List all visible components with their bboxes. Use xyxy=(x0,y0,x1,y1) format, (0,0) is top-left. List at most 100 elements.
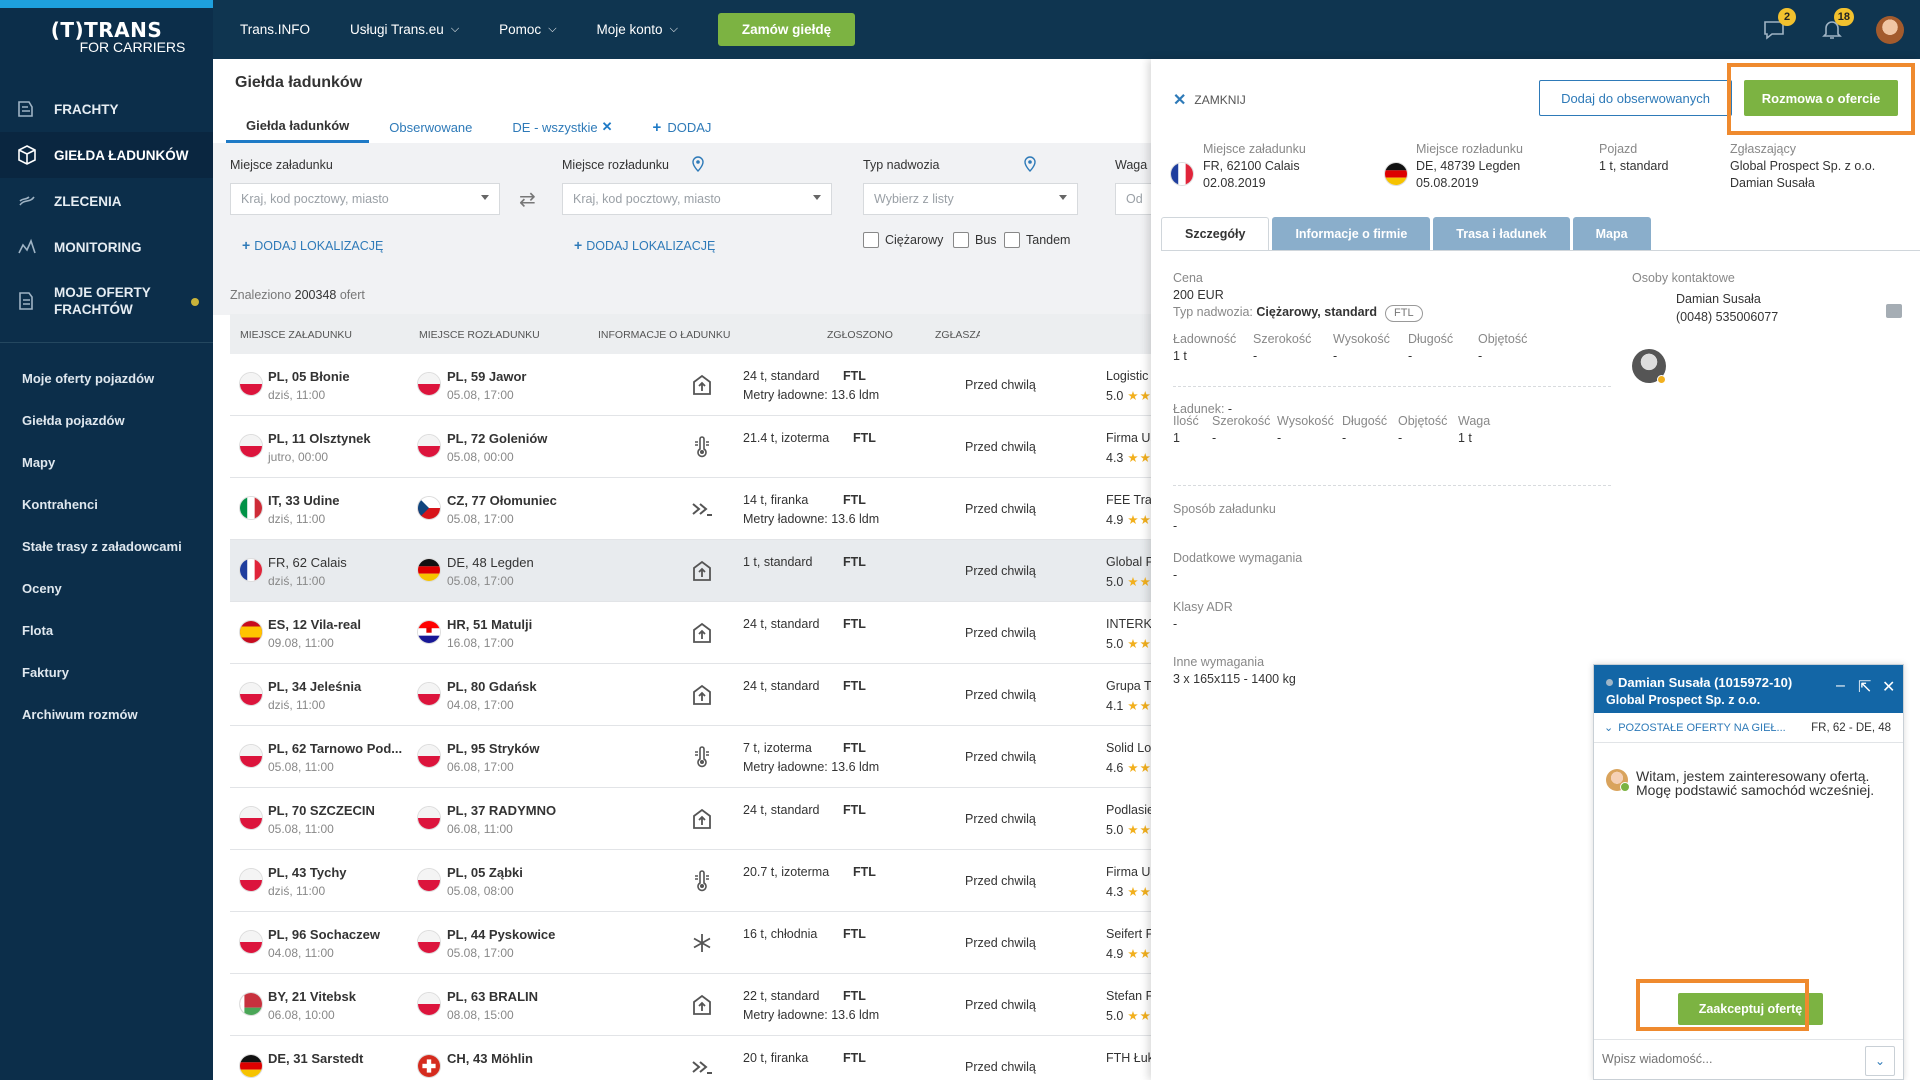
tab-de-wszystkie[interactable]: DE - wszystkie ✕ xyxy=(492,111,632,143)
column-header-unload[interactable]: MIEJSCE ROZŁADUNKU xyxy=(419,329,540,341)
unload-place-input[interactable]: Kraj, kod pocztowy, miasto xyxy=(562,183,832,215)
add-load-location-link[interactable]: + DODAJ LOKALIZACJĘ xyxy=(242,237,383,253)
star-icon: ★★ xyxy=(1127,451,1152,465)
close-label: ZAMKNIJ xyxy=(1194,93,1246,107)
reported-time: Przed chwilą xyxy=(965,812,1036,826)
nav-item-moje-oferty-frachtow[interactable]: MOJE OFERTY FRACHTÓW xyxy=(0,270,213,332)
summary-reporter: Zgłaszający Global Prospect Sp. z o.o. D… xyxy=(1730,141,1875,192)
body-type-select[interactable]: Wybierz z listy xyxy=(863,183,1078,215)
checkbox-box[interactable] xyxy=(1004,232,1020,248)
tab-informacje-o-firmie[interactable]: Informacje o firmie xyxy=(1272,217,1431,250)
results-count: Znaleziono 200348 ofert xyxy=(230,288,365,302)
tab-obserwowane[interactable]: Obserwowane xyxy=(369,111,492,143)
close-icon[interactable]: ✕ xyxy=(1882,677,1895,697)
location-pin-icon[interactable] xyxy=(692,156,704,172)
chat-other-offers[interactable]: ⌄ POZOSTAŁE OFERTY NA GIEŁ... FR, 62 - DE,… xyxy=(1594,713,1903,743)
load-place-input[interactable]: Kraj, kod pocztowy, miasto xyxy=(230,183,500,215)
column-header-cargo-info[interactable]: INFORMACJE O ŁADUNKU xyxy=(598,329,730,341)
body-type-row: Typ nadwozia: Ciężarowy, standard FTL xyxy=(1173,305,1423,322)
checkbox-bus[interactable]: Bus xyxy=(953,232,997,248)
ftl-label: FTL xyxy=(843,741,866,755)
load-date: dziś, 11:00 xyxy=(268,884,326,898)
other-requirements-label: Inne wymagania xyxy=(1173,655,1265,669)
summary-reporter-company[interactable]: Global Prospect Sp. z o.o. xyxy=(1730,158,1875,175)
unload-place: PL, 44 Pyskowice xyxy=(447,927,556,942)
cargo-info: 20 t, firanka xyxy=(743,1051,809,1065)
top-link-pomoc[interactable]: Pomoc ⌵ xyxy=(499,22,556,37)
location-pin-icon[interactable] xyxy=(1024,156,1036,172)
column-header-reported[interactable]: ZGŁOSZONO xyxy=(827,329,893,341)
chat-message-input[interactable] xyxy=(1602,1052,1862,1066)
sidebar-subitem[interactable]: Oceny xyxy=(0,567,213,609)
swap-icon[interactable]: ⇄ xyxy=(519,187,536,212)
ftl-label: FTL xyxy=(843,493,866,507)
rating-value: 5.0 xyxy=(1106,637,1124,651)
checkbox-box[interactable] xyxy=(953,232,969,248)
sender-avatar xyxy=(1606,769,1630,792)
plus-icon: + xyxy=(242,237,251,253)
user-avatar[interactable] xyxy=(1876,15,1904,44)
sidebar-subitem[interactable]: Moje oferty pojazdów xyxy=(0,357,213,399)
summary-unload-label: Miejsce rozładunku xyxy=(1416,142,1523,156)
checkbox-tandem[interactable]: Tandem xyxy=(1004,232,1070,248)
nav-item-frachty[interactable]: FRACHTY xyxy=(0,86,213,132)
add-to-watched-button[interactable]: Dodaj do obserwowanych xyxy=(1539,80,1732,116)
sidebar-subitem-label: Faktury xyxy=(22,664,69,680)
tab-mapa[interactable]: Mapa xyxy=(1572,217,1651,250)
expand-icon[interactable]: ⇱ xyxy=(1858,677,1871,697)
sidebar-subitem[interactable]: Faktury xyxy=(0,651,213,693)
upload-icon xyxy=(690,807,714,831)
message-icon[interactable] xyxy=(1886,304,1902,318)
load-date: 05.08, 11:00 xyxy=(268,822,334,836)
tab-gielda-ladunkow[interactable]: Giełda ładunków xyxy=(226,111,370,143)
topbar: Trans.INFO Usługi Trans.eu ⌵ Pomoc ⌵ Moje … xyxy=(213,0,1920,59)
cargo-info: 16 t, chłodnia xyxy=(743,927,818,941)
checkbox-box[interactable] xyxy=(863,232,879,248)
sidebar-subitem[interactable]: Giełda pojazdów xyxy=(0,399,213,441)
unload-place: PL, 63 BRALIN xyxy=(447,989,539,1004)
top-link-moje-konto[interactable]: Moje konto ⌵ xyxy=(597,22,678,37)
column-header-reporter[interactable]: ZGŁASZAJĄ xyxy=(935,329,980,341)
star-icon: ★★ xyxy=(1127,575,1152,589)
close-detail-button[interactable]: ✕ ZAMKNIJ xyxy=(1173,90,1246,110)
nav-item-monitoring[interactable]: MONITORING xyxy=(0,224,213,270)
brand-logo[interactable]: (T)TRANS FOR CARRIERS xyxy=(0,8,213,62)
nav-label-line2: FRACHTÓW xyxy=(54,302,133,317)
accept-offer-button[interactable]: Zaakceptuj ofertę xyxy=(1678,993,1823,1025)
tab-trasa-i-ladunek[interactable]: Trasa i ładunek xyxy=(1433,217,1570,250)
chat-about-offer-button[interactable]: Rozmowa o ofercie xyxy=(1744,80,1898,116)
extra-requirements-label: Dodatkowe wymagania xyxy=(1173,551,1303,565)
sidebar-subitem[interactable]: Flota xyxy=(0,609,213,651)
order-exchange-button[interactable]: Zamów giełdę xyxy=(717,13,856,46)
unload-place: PL, 37 RADYMNO xyxy=(447,803,557,818)
dimension-label: Waga xyxy=(1458,414,1491,428)
flag-pl xyxy=(418,807,440,829)
tab-dodaj[interactable]: + DODAJ xyxy=(633,111,732,143)
close-icon[interactable]: ✕ xyxy=(602,119,613,135)
adr-label: Klasy ADR xyxy=(1173,600,1233,614)
minimize-icon[interactable]: – xyxy=(1836,677,1845,695)
sidebar-subitem[interactable]: Stałe trasy z załadowcami xyxy=(0,525,213,567)
sidebar-subitem-label: Mapy xyxy=(22,454,56,470)
load-place: PL, 11 Olsztynek xyxy=(268,431,371,446)
messages-button[interactable]: 2 xyxy=(1760,7,1796,44)
add-unload-location-link[interactable]: + DODAJ LOKALIZACJĘ xyxy=(574,237,715,253)
checkbox-label: Ciężarowy xyxy=(885,233,944,247)
nav-item-zlecenia[interactable]: ZLECENIA xyxy=(0,178,213,224)
sidebar-subitem-label: Stałe trasy z załadowcami xyxy=(22,538,182,554)
notifications-button[interactable]: 18 xyxy=(1818,7,1854,44)
column-header-load[interactable]: MIEJSCE ZAŁADUNKU xyxy=(240,329,352,341)
chevron-down-icon[interactable]: ⌄ xyxy=(1865,1046,1895,1076)
checkbox-ciezarowy[interactable]: Ciężarowy xyxy=(863,232,943,248)
sidebar-subitem[interactable]: Mapy xyxy=(0,441,213,483)
checkbox-label: Tandem xyxy=(1026,233,1071,247)
top-link-uslugi[interactable]: Usługi Trans.eu ⌵ xyxy=(350,22,459,37)
top-link-transinfo[interactable]: Trans.INFO xyxy=(240,22,310,37)
sidebar-subitem[interactable]: Archiwum rozmów xyxy=(0,693,213,735)
sidebar-subitem[interactable]: Kontrahenci xyxy=(0,483,213,525)
dimension-label: Szerokość xyxy=(1212,414,1271,428)
nav-item-gielda-ladunkow[interactable]: GIEŁDA ŁADUNKÓW xyxy=(0,132,213,178)
tab-szczegoly[interactable]: Szczegóły xyxy=(1161,217,1270,250)
unload-place: CZ, 77 Ołomuniec xyxy=(447,493,557,508)
flag-de xyxy=(418,559,440,581)
